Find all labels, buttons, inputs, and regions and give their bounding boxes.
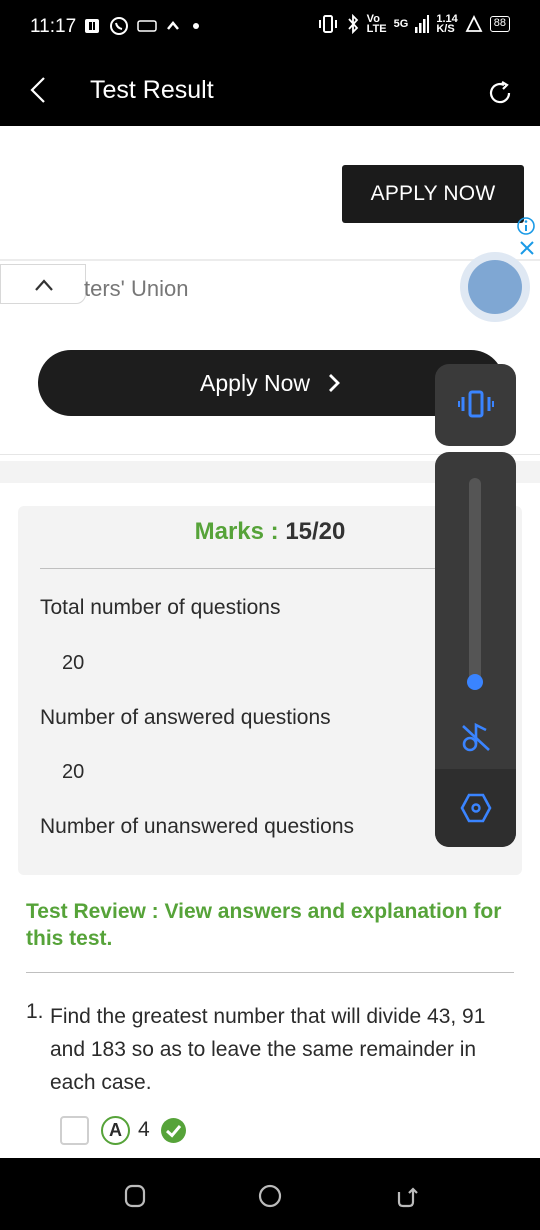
question-number: 1.	[26, 1000, 44, 1023]
marks-label: Marks :	[194, 518, 286, 545]
vibrate-toggle-panel[interactable]	[435, 364, 516, 446]
notification-icons	[83, 16, 203, 36]
vibrate-icon	[318, 15, 337, 33]
ad-sponsor-text: ters' Union	[84, 276, 189, 301]
vibrate-icon	[458, 390, 494, 418]
alert-triangle-icon	[465, 15, 483, 32]
system-nav-bar	[0, 1158, 540, 1230]
back-nav-icon[interactable]	[391, 1182, 419, 1210]
recent-apps-icon[interactable]	[121, 1182, 149, 1210]
apply-now-top-button[interactable]: APPLY NOW	[342, 165, 524, 223]
speed-indicator: 1.14 K/S	[436, 13, 458, 35]
refresh-icon[interactable]	[485, 78, 515, 108]
ad-info-icon[interactable]	[516, 216, 536, 236]
chevron-up-icon	[167, 21, 179, 30]
app-notification-icon	[85, 19, 99, 33]
question-text: Find the greatest number that will divid…	[50, 1005, 486, 1094]
volume-slider-thumb[interactable]	[467, 674, 483, 690]
page-title: Test Result	[90, 76, 214, 104]
dot-icon	[193, 23, 199, 29]
bluetooth-icon	[347, 14, 358, 34]
review-divider	[26, 972, 514, 973]
ad-divider	[0, 259, 540, 261]
mute-music-icon[interactable]	[459, 720, 493, 754]
bubble-core	[468, 260, 522, 314]
signal-icon	[415, 15, 430, 33]
total-questions-value: 20	[62, 652, 85, 674]
app-bar: Test Result	[0, 54, 540, 126]
marks-divider	[40, 568, 500, 569]
net-gen-label: 5G	[393, 18, 409, 30]
status-right: Vo LTE 5G 1.14 K/S 88	[317, 13, 510, 35]
option-checkbox[interactable]	[60, 1116, 89, 1145]
back-button[interactable]	[26, 74, 50, 106]
status-time: 11:17	[30, 16, 77, 37]
chevron-right-icon	[328, 374, 340, 392]
volume-slider-track[interactable]	[469, 478, 481, 688]
ad-collapse-button[interactable]	[0, 264, 86, 304]
option-letter-badge: A	[101, 1116, 130, 1145]
check-icon	[165, 1125, 182, 1138]
option-text: 4	[138, 1118, 150, 1141]
settings-section	[435, 769, 516, 847]
battery-icon: 88	[489, 16, 510, 32]
total-questions-label: Total number of questions	[40, 596, 281, 619]
answered-questions-label: Number of answered questions	[40, 706, 331, 729]
correct-check-icon	[161, 1118, 186, 1143]
message-icon	[137, 20, 157, 32]
chevron-up-icon	[35, 279, 53, 291]
unanswered-questions-label: Number of unanswered questions	[40, 815, 355, 838]
battery-level: 88	[493, 17, 506, 29]
status-bar: 11:17 Vo LTE 5G 1.14 K/S 88	[0, 0, 540, 54]
marks-value: 15/20	[285, 518, 346, 545]
settings-hexagon-icon[interactable]	[459, 791, 493, 825]
apply-now-label: Apply Now	[200, 369, 310, 396]
whatsapp-icon	[110, 17, 128, 35]
floating-assistant-bubble[interactable]	[460, 252, 530, 322]
answered-questions-value: 20	[62, 761, 85, 783]
ad-close-icon[interactable]	[518, 239, 536, 257]
volume-panel	[435, 452, 516, 847]
volte-indicator: Vo LTE	[366, 13, 387, 35]
home-icon[interactable]	[256, 1182, 284, 1210]
test-review-link[interactable]: Test Review : View answers and explanati…	[26, 898, 516, 952]
